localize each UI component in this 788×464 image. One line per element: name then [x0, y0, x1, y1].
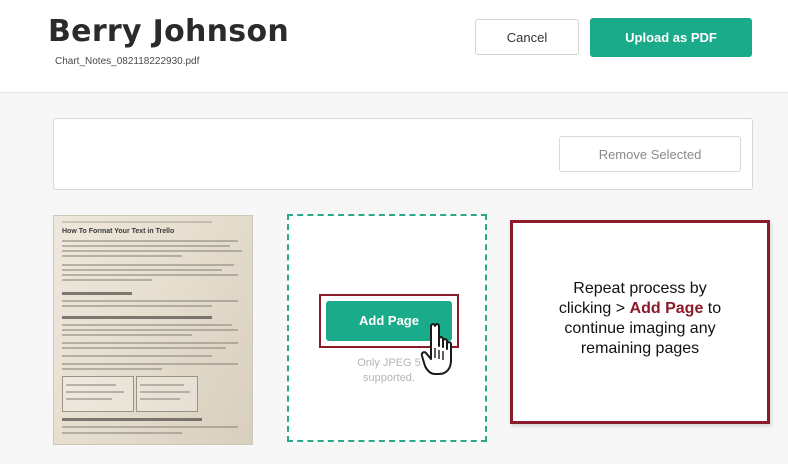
- file-name: Chart_Notes_082118222930.pdf: [55, 56, 200, 67]
- cancel-button[interactable]: Cancel: [475, 19, 579, 55]
- hand-pointer-icon: [420, 323, 452, 375]
- callout-line1: Repeat process by: [573, 280, 707, 297]
- scanned-page-image: How To Format Your Text in Trello: [54, 216, 252, 444]
- callout-text: Repeat process by clicking > Add Page to…: [523, 279, 757, 359]
- callout-add-page-emphasis: Add Page: [629, 300, 704, 317]
- remove-selected-button[interactable]: Remove Selected: [559, 136, 741, 172]
- selection-toolbar: Remove Selected: [53, 118, 753, 190]
- patient-name: Berry Johnson: [48, 14, 290, 49]
- callout-line3: continue imaging any: [564, 320, 716, 337]
- instruction-callout: Repeat process by clicking > Add Page to…: [510, 220, 770, 424]
- upload-as-pdf-button[interactable]: Upload as PDF: [590, 18, 752, 57]
- add-page-dropzone[interactable]: Add Page Only JPEG 5 supported.: [287, 214, 487, 442]
- format-note-line2: supported.: [363, 372, 415, 384]
- document-header: Berry Johnson Chart_Notes_082118222930.p…: [0, 0, 788, 93]
- callout-line2-suffix: to: [703, 300, 722, 317]
- callout-line2-prefix: clicking >: [558, 300, 630, 317]
- thumbnail-heading: How To Format Your Text in Trello: [62, 228, 175, 235]
- page-thumbnail[interactable]: How To Format Your Text in Trello: [53, 215, 253, 445]
- callout-line4: remaining pages: [580, 340, 700, 357]
- format-note-line1: Only JPEG 5: [357, 357, 421, 369]
